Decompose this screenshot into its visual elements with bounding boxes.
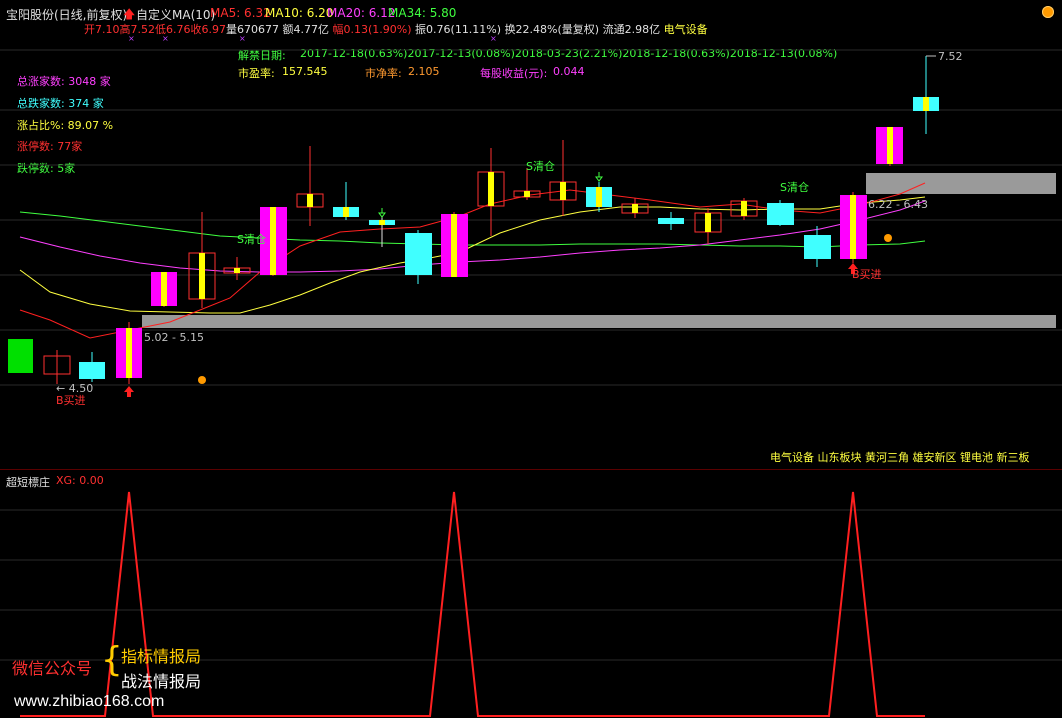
watermark-wechat: 微信公众号 — [12, 661, 93, 678]
svg-text:×: × — [239, 34, 246, 43]
candle[interactable] — [804, 226, 831, 267]
candle[interactable] — [876, 127, 903, 166]
svg-text:×: × — [490, 34, 497, 43]
indicator-name[interactable]: 超短標庄 — [6, 474, 50, 490]
candle[interactable] — [694, 208, 722, 244]
candle[interactable] — [658, 212, 684, 230]
candlestick-chart[interactable]: × × × × — [0, 0, 1062, 470]
candle[interactable] — [621, 198, 649, 218]
candle[interactable] — [477, 148, 505, 236]
upper-zone-label: 6.22 - 6.43 — [868, 198, 928, 211]
candle[interactable] — [116, 322, 142, 384]
candle[interactable] — [441, 212, 468, 277]
svg-text:×: × — [128, 34, 135, 43]
candle[interactable] — [767, 200, 794, 226]
support-zone-bar — [142, 315, 1056, 328]
watermark-line2: 战法情报局 — [121, 674, 202, 691]
concept-tags[interactable]: 电气设备 山东板块 黄河三角 雄安新区 锂电池 新三板 — [770, 449, 1029, 465]
candle[interactable] — [586, 182, 612, 212]
candle[interactable] — [913, 56, 939, 134]
candle[interactable] — [840, 192, 867, 263]
indicator-xg: XG: 0.00 — [56, 474, 104, 487]
candle[interactable] — [730, 198, 758, 220]
watermark-line1: 指标情报局 — [121, 649, 202, 666]
top-marker-icon: × × × × — [128, 34, 497, 43]
candle[interactable] — [223, 257, 251, 280]
candle[interactable] — [8, 339, 33, 373]
sell-signal-label: S清仓 — [526, 160, 555, 173]
high-price-label: 7.52 — [938, 50, 963, 63]
watermark-url[interactable]: www.zhibiao168.com — [14, 693, 164, 711]
candle[interactable] — [405, 230, 432, 284]
panel-divider[interactable] — [0, 469, 1062, 470]
resistance-zone-bar — [866, 173, 1056, 194]
candle[interactable] — [188, 212, 216, 308]
candle[interactable] — [79, 352, 105, 382]
indicator-grid — [0, 509, 1062, 661]
svg-text:×: × — [162, 34, 169, 43]
brace-icon: { — [101, 640, 123, 680]
candle[interactable] — [549, 140, 577, 216]
lower-zone-label: 5.02 - 5.15 — [144, 331, 204, 344]
candle[interactable] — [333, 182, 359, 220]
candle[interactable] — [296, 146, 324, 226]
buy-signal-label: B买进 — [56, 394, 86, 407]
sell-signal-label: S清仓 — [780, 181, 809, 194]
candle[interactable] — [151, 272, 177, 307]
buy-signal-label: B买进 — [852, 268, 882, 281]
sell-signal-label: S清仓 — [237, 233, 266, 246]
candle[interactable] — [43, 350, 71, 384]
